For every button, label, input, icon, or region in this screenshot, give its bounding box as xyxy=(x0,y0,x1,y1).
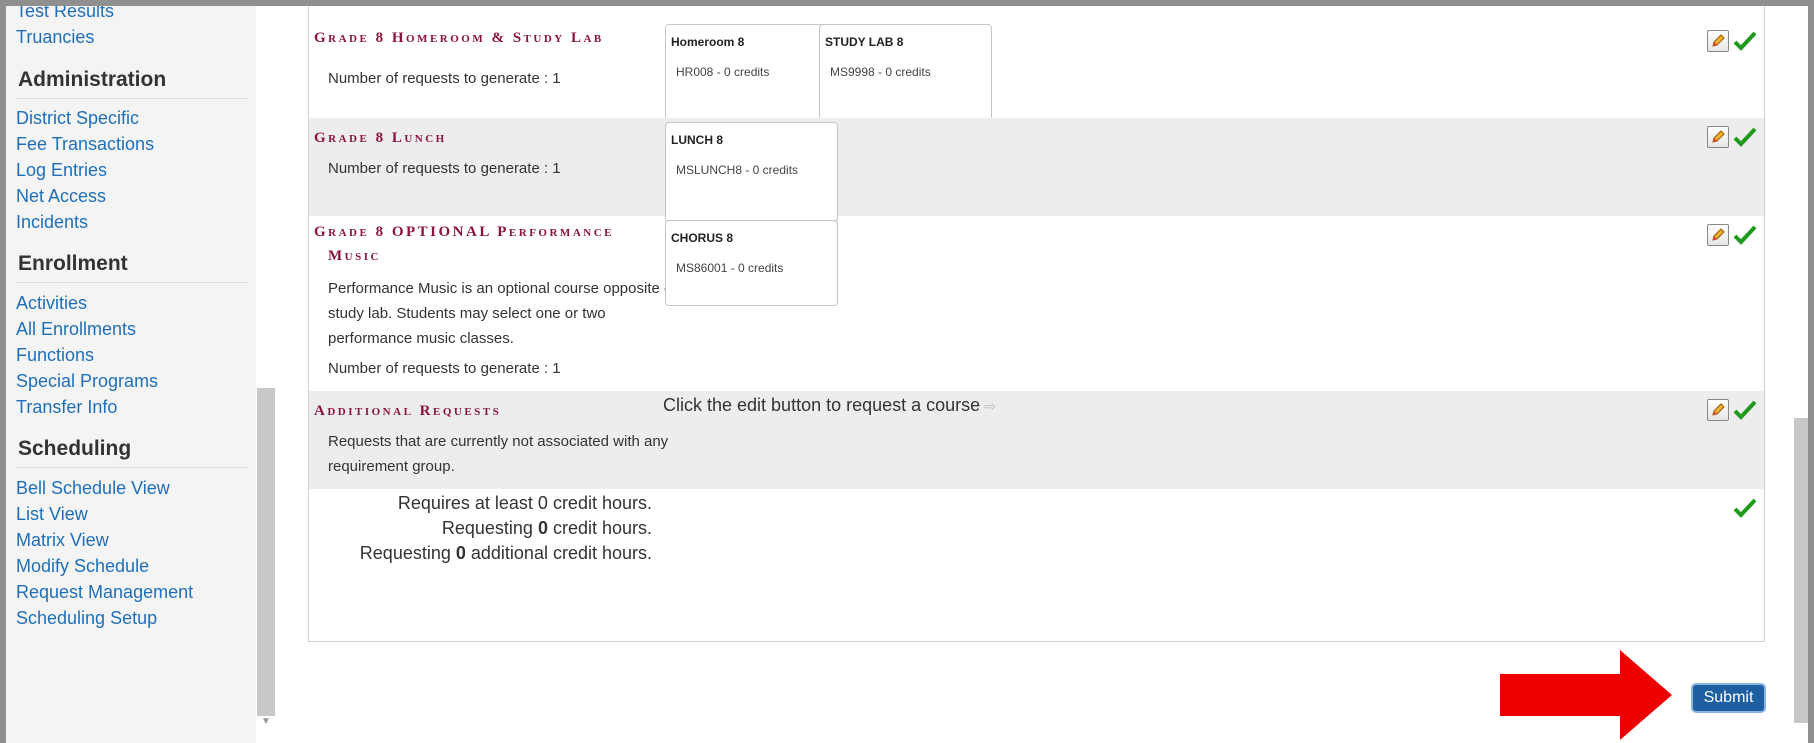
sidebar-link-activities[interactable]: Activities xyxy=(16,293,87,314)
course-card[interactable]: Homeroom 8 HR008 - 0 credits xyxy=(665,24,838,124)
credit-summary: Requires at least 0 credit hours. Reques… xyxy=(309,489,1764,642)
requirement-title: Grade 8 OPTIONAL Performance xyxy=(314,224,614,240)
course-card[interactable]: CHORUS 8 MS86001 - 0 credits xyxy=(665,220,838,306)
course-code: MS86001 - 0 credits xyxy=(676,261,784,275)
sidebar-link-all-enrollments[interactable]: All Enrollments xyxy=(16,319,136,340)
requested-credit-value: 0 xyxy=(537,518,548,538)
course-name: CHORUS 8 xyxy=(671,231,734,245)
sidebar-link-log-entries[interactable]: Log Entries xyxy=(16,160,107,181)
sidebar-link-test-results[interactable]: Test Results xyxy=(16,6,114,22)
sidebar-link-incidents[interactable]: Incidents xyxy=(16,212,88,233)
requests-count-text: Number of requests to generate : 1 xyxy=(328,160,561,177)
sidebar-link-scheduling-setup[interactable]: Scheduling Setup xyxy=(16,608,157,629)
requested-credit-text: Requesting 0 credit hours. xyxy=(442,518,652,539)
course-code: MSLUNCH8 - 0 credits xyxy=(676,163,799,177)
course-card[interactable]: LUNCH 8 MSLUNCH8 - 0 credits xyxy=(665,122,838,222)
requested-credit-suffix: credit hours. xyxy=(547,518,652,538)
edit-hint-text: Click the edit button to request a cours… xyxy=(663,395,996,416)
main-scrollbar-thumb[interactable] xyxy=(1794,418,1808,723)
requests-count-text: Number of requests to generate : 1 xyxy=(328,360,561,377)
requirement-description: requirement group. xyxy=(328,458,455,475)
requirement-title: Additional Requests xyxy=(314,403,502,419)
edit-pencil-icon[interactable] xyxy=(1707,126,1729,148)
main-content: Grade 8 Homeroom & Study Lab Number of r… xyxy=(276,6,1785,743)
requirement-title-continued: Music xyxy=(328,248,381,264)
requirement-description: Requests that are currently not associat… xyxy=(328,433,669,450)
check-icon xyxy=(1733,498,1757,518)
sidebar-link-bell-schedule-view[interactable]: Bell Schedule View xyxy=(16,478,170,499)
sidebar-link-transfer-info[interactable]: Transfer Info xyxy=(16,397,117,418)
requests-count-text: Number of requests to generate : 1 xyxy=(328,70,561,87)
additional-credit-text: Requesting 0 additional credit hours. xyxy=(360,543,652,564)
window-frame-right xyxy=(1808,0,1814,743)
sidebar-link-functions[interactable]: Functions xyxy=(16,345,94,366)
sidebar-link-district-specific[interactable]: District Specific xyxy=(16,108,139,129)
sidebar-link-special-programs[interactable]: Special Programs xyxy=(16,371,158,392)
course-card[interactable]: STUDY LAB 8 MS9998 - 0 credits xyxy=(819,24,992,124)
sidebar-link-modify-schedule[interactable]: Modify Schedule xyxy=(16,556,149,577)
edit-pencil-icon[interactable] xyxy=(1707,30,1729,52)
course-name: LUNCH 8 xyxy=(671,133,724,147)
additional-credit-prefix: Requesting xyxy=(359,543,456,563)
course-name: Homeroom 8 xyxy=(671,35,745,49)
sidebar-divider xyxy=(16,282,248,283)
requirement-title: Grade 8 Lunch xyxy=(314,130,447,146)
sidebar-divider xyxy=(16,98,248,99)
additional-credit-suffix: additional credit hours. xyxy=(465,543,652,563)
sidebar-divider xyxy=(16,467,248,468)
sidebar-heading-administration: Administration xyxy=(18,68,167,91)
course-name: STUDY LAB 8 xyxy=(825,35,904,49)
course-requests-panel: Grade 8 Homeroom & Study Lab Number of r… xyxy=(308,6,1765,642)
sidebar-link-request-management[interactable]: Request Management xyxy=(16,582,193,603)
requirement-row: Grade 8 OPTIONAL Performance Music Perfo… xyxy=(309,216,1764,391)
additional-credit-value: 0 xyxy=(455,543,466,563)
sidebar-heading-scheduling: Scheduling xyxy=(18,437,132,460)
check-icon xyxy=(1733,400,1757,420)
edit-hint-label: Click the edit button to request a cours… xyxy=(663,395,981,415)
check-icon xyxy=(1733,31,1757,51)
credit-requirement-text: Requires at least 0 credit hours. xyxy=(397,493,652,513)
requirement-row: Grade 8 Homeroom & Study Lab Number of r… xyxy=(309,20,1764,124)
edit-pencil-icon[interactable] xyxy=(1707,224,1729,246)
requirement-description: Performance Music is an optional course … xyxy=(328,280,677,297)
requested-credit-prefix: Requesting xyxy=(441,518,538,538)
red-arrow-icon xyxy=(1500,650,1672,740)
check-icon xyxy=(1733,225,1757,245)
sidebar-link-truancies[interactable]: Truancies xyxy=(16,27,94,48)
sidebar-heading-enrollment: Enrollment xyxy=(18,252,128,275)
requirement-row: Additional Requests Requests that are cu… xyxy=(309,391,1764,489)
sidebar-scrollbar-thumb[interactable] xyxy=(257,388,275,716)
sidebar-link-list-view[interactable]: List View xyxy=(16,504,88,525)
requirement-title: Grade 8 Homeroom & Study Lab xyxy=(314,30,604,46)
requirement-description: study lab. Students may select one or tw… xyxy=(328,305,606,322)
sidebar-link-fee-transactions[interactable]: Fee Transactions xyxy=(16,134,154,155)
arrow-right-icon: ⇨ xyxy=(984,398,996,414)
requirement-row: Grade 8 Lunch Number of requests to gene… xyxy=(309,118,1764,222)
sidebar-link-net-access[interactable]: Net Access xyxy=(16,186,106,207)
requirement-description: performance music classes. xyxy=(328,330,514,347)
course-code: HR008 - 0 credits xyxy=(676,65,770,79)
sidebar-nav: Test Results Truancies Administration Di… xyxy=(6,6,256,743)
sidebar-scroll-down-icon[interactable]: ▼ xyxy=(261,716,271,727)
check-icon xyxy=(1733,127,1757,147)
edit-pencil-icon[interactable] xyxy=(1707,399,1729,421)
course-code: MS9998 - 0 credits xyxy=(830,65,931,79)
sidebar-link-matrix-view[interactable]: Matrix View xyxy=(16,530,109,551)
submit-button[interactable]: Submit xyxy=(1691,683,1766,713)
